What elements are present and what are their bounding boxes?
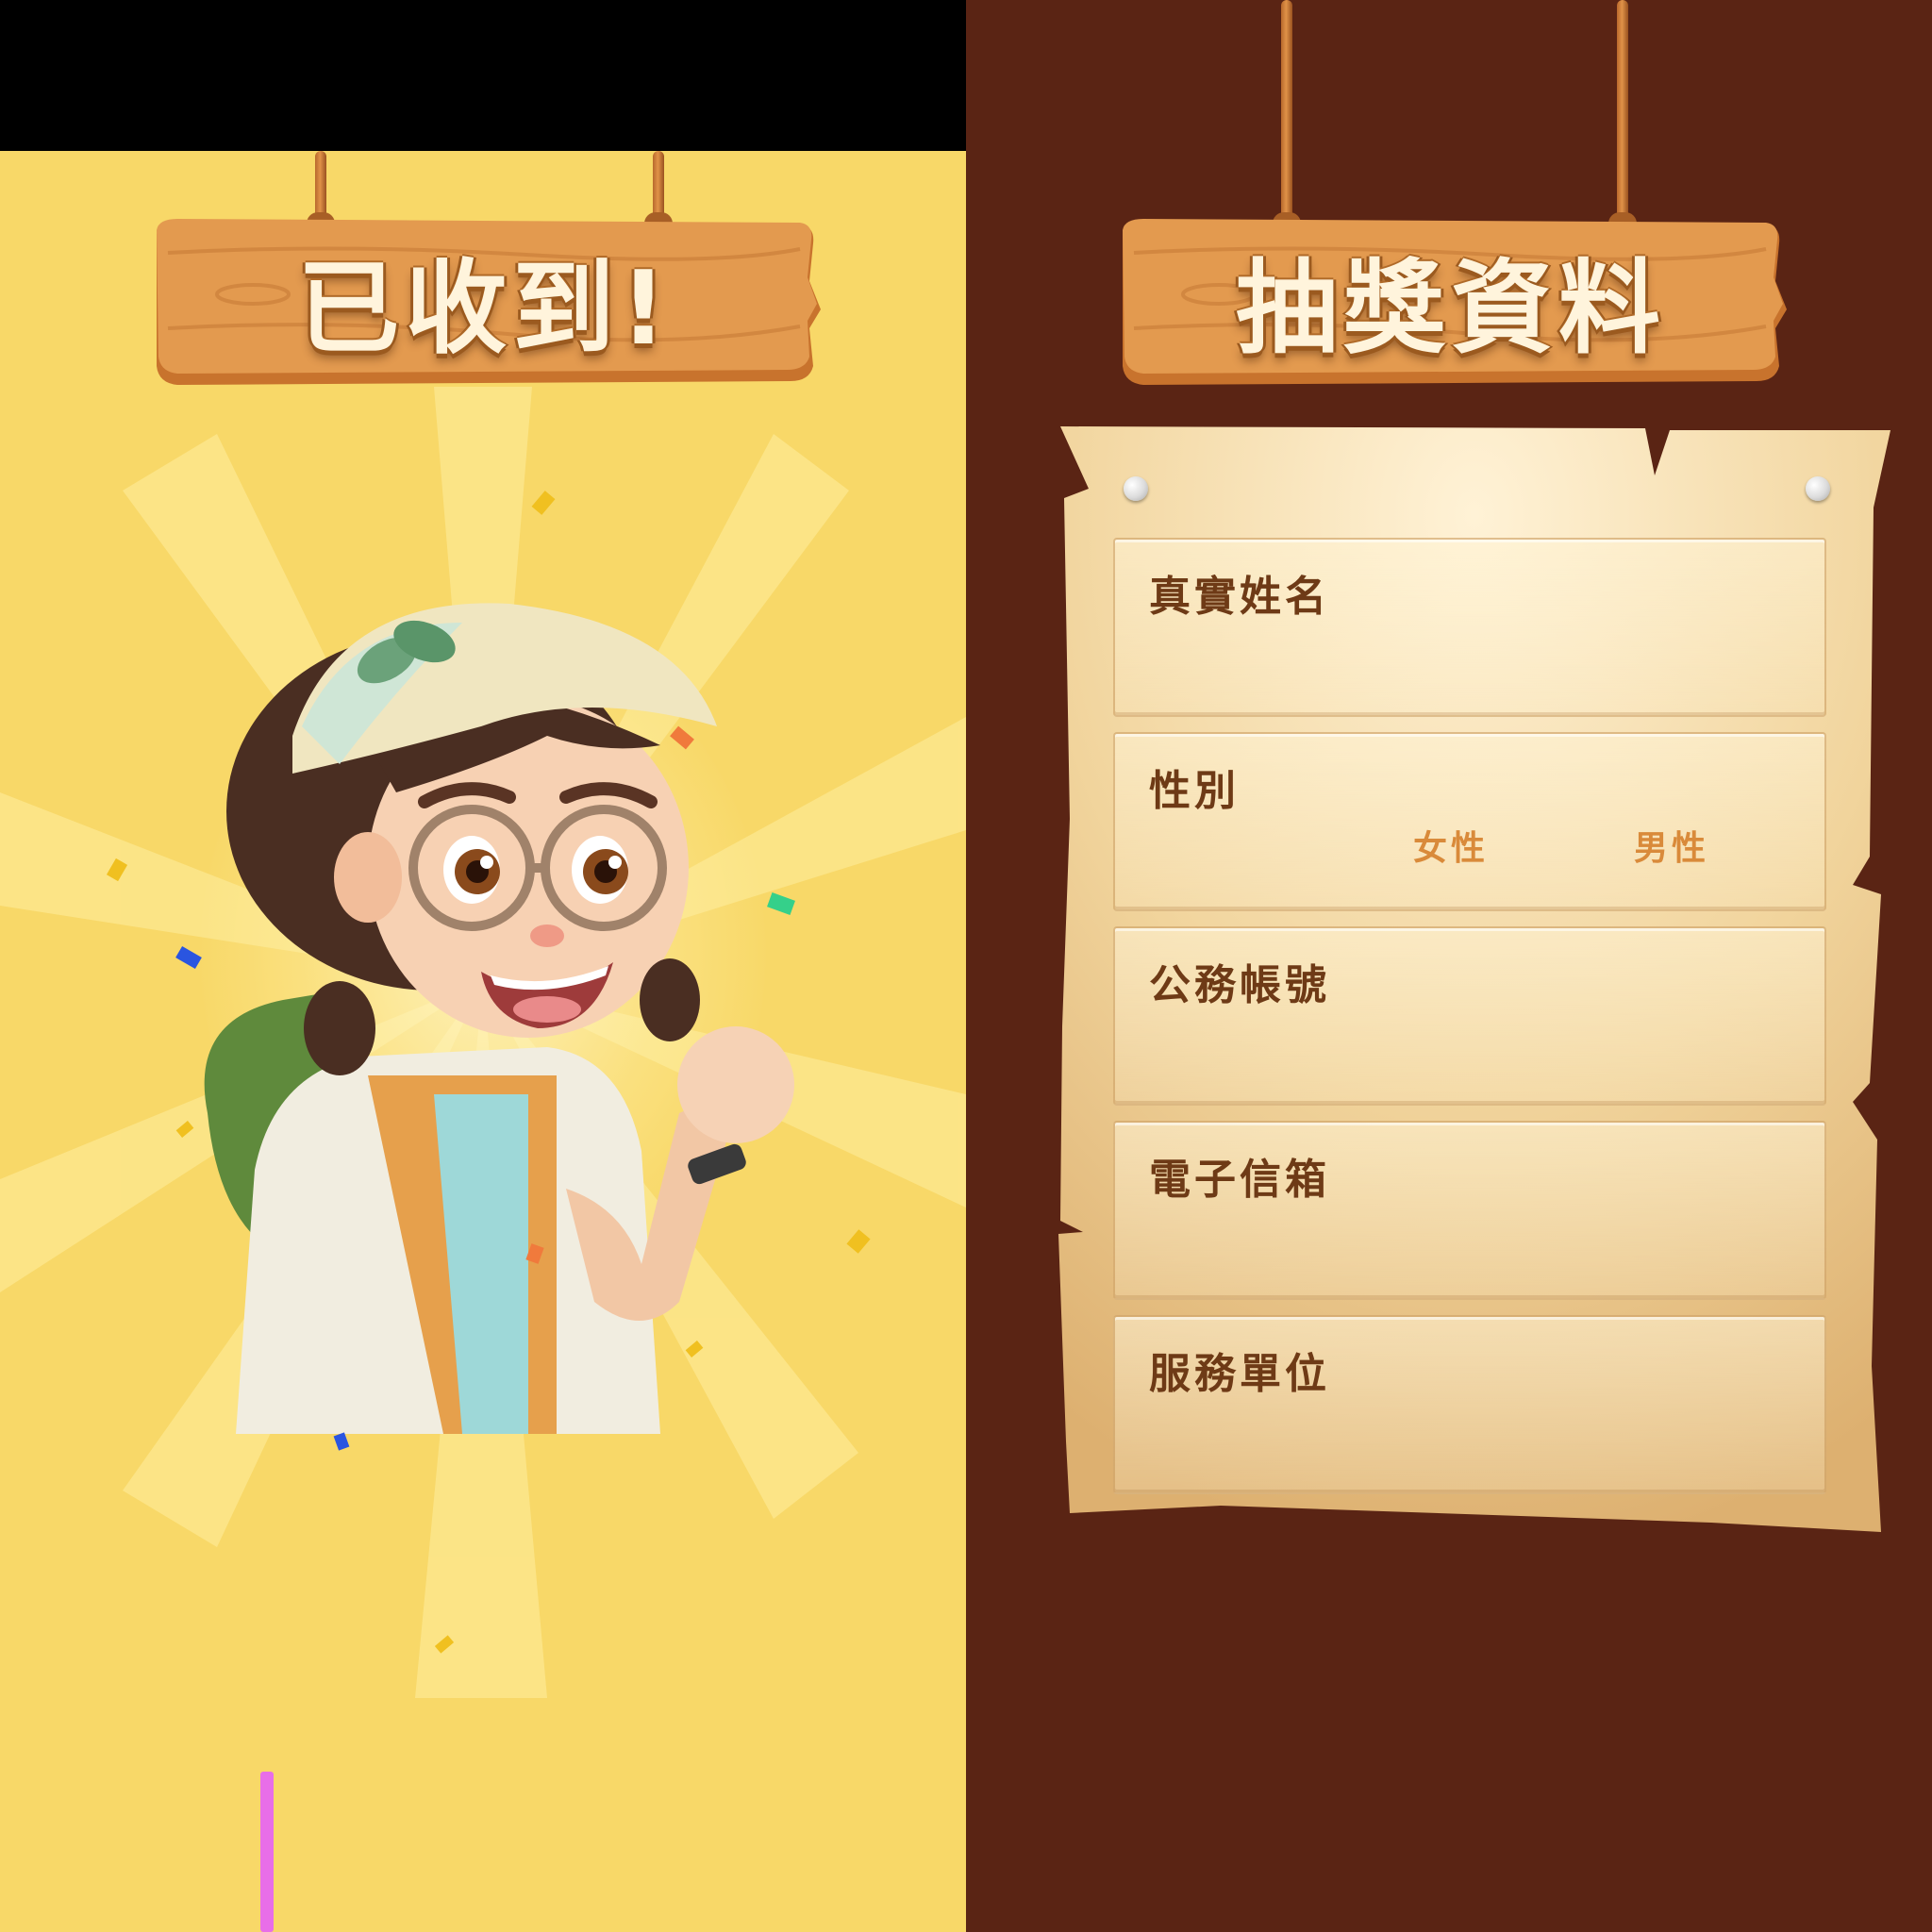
explorer-character — [204, 603, 794, 1434]
gender-option-female[interactable]: 女性 — [1413, 821, 1489, 870]
success-title-sign: 已收到! — [149, 215, 821, 385]
service-unit-label: 服務單位 — [1149, 1350, 1330, 1398]
lottery-title: 抽獎資料 — [1235, 250, 1666, 368]
email-field[interactable]: 電子信箱 — [1113, 1121, 1826, 1300]
service-unit-field[interactable]: 服務單位 — [1113, 1315, 1826, 1494]
lottery-title-sign: 抽獎資料 — [1115, 215, 1787, 385]
success-panel: 已收到! — [0, 0, 966, 1932]
gender-field: 性別 女性 男性 — [1113, 732, 1826, 911]
pin — [1806, 476, 1830, 501]
rope-right-1 — [1281, 0, 1292, 231]
official-account-field[interactable]: 公務帳號 — [1113, 926, 1826, 1106]
confetti-streak — [260, 1772, 274, 1932]
success-title: 已收到! — [297, 250, 673, 368]
gender-label: 性別 — [1149, 767, 1240, 815]
realname-field[interactable]: 真實姓名 — [1113, 538, 1826, 717]
pin — [1124, 476, 1148, 501]
realname-label: 真實姓名 — [1149, 573, 1330, 621]
rope-right-2 — [1617, 0, 1628, 231]
lottery-info-panel: 抽獎資料 真實姓名 性別 女性 男性 公務帳號 電子信箱 服務單位 — [966, 0, 1932, 1932]
email-label: 電子信箱 — [1149, 1156, 1330, 1204]
gender-option-male[interactable]: 男性 — [1634, 821, 1709, 870]
official-account-label: 公務帳號 — [1149, 961, 1330, 1009]
